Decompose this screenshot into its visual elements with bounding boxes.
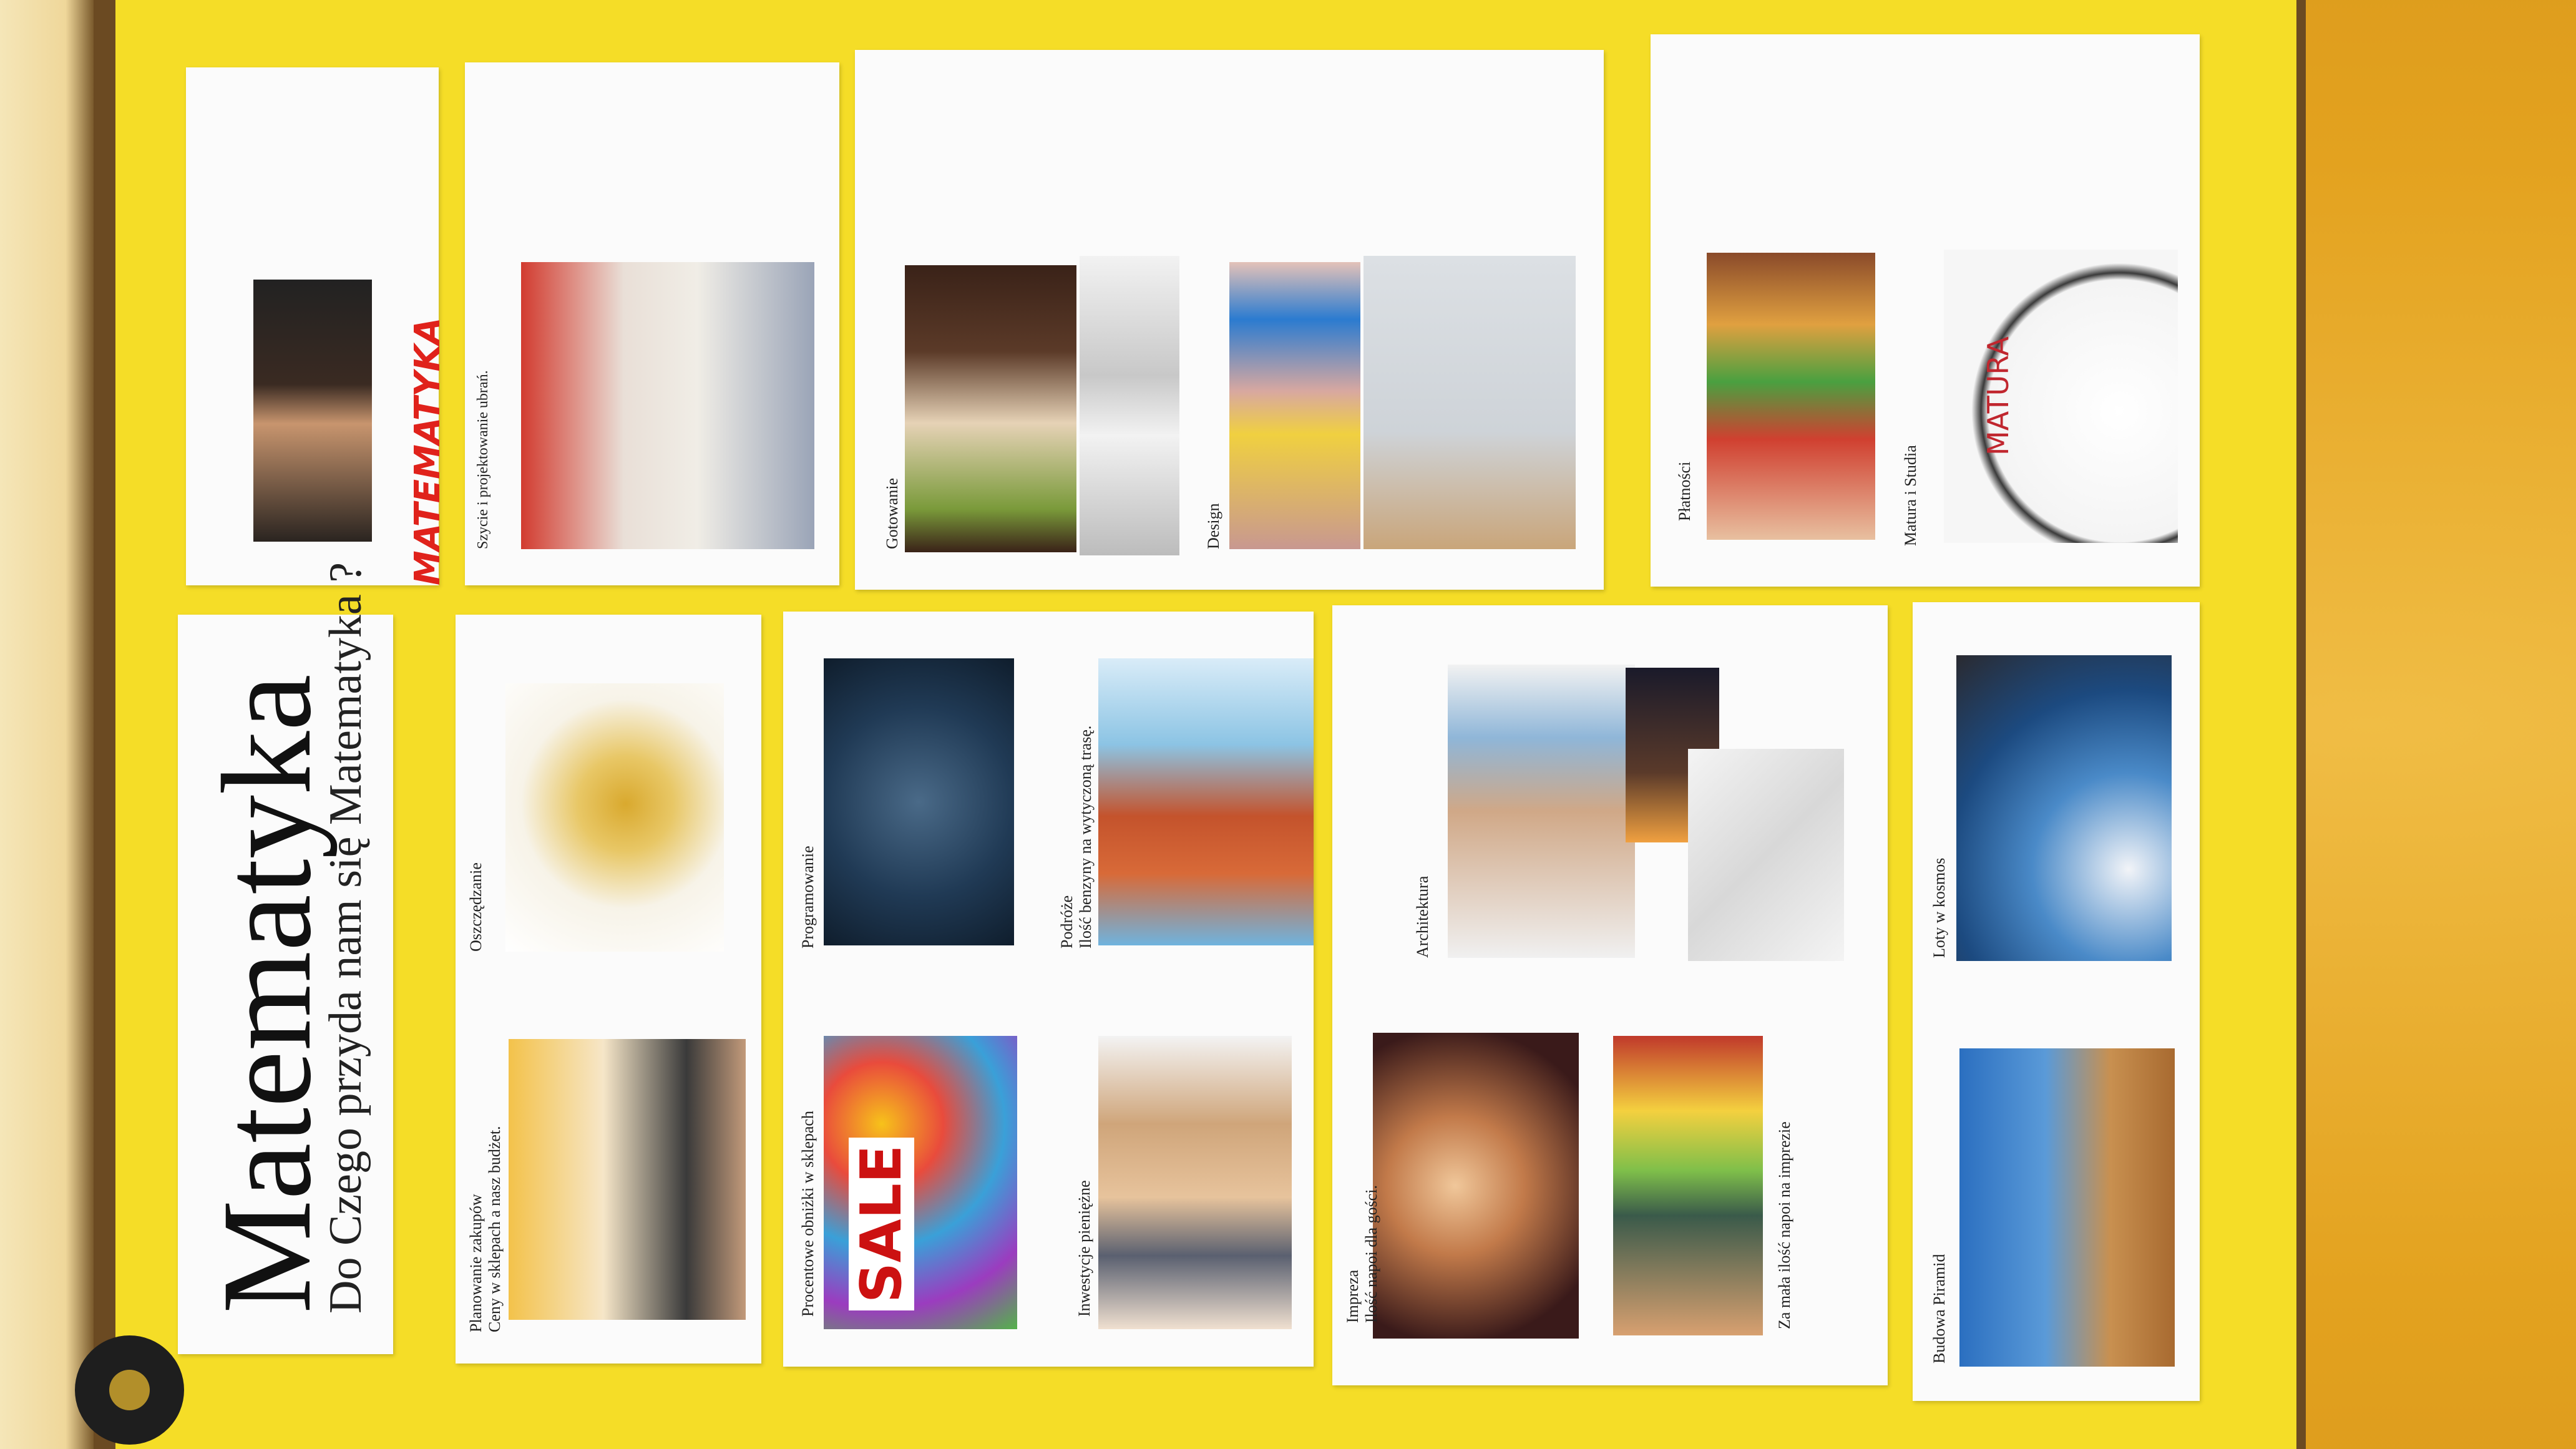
card-matura-label: Matura i Studia: [1901, 445, 1920, 546]
card-podroze-label: Podróże: [1058, 895, 1076, 949]
interior-design-photo: [1364, 256, 1576, 549]
left-wall: [0, 0, 94, 1449]
card-kosmos-label: Loty w kosmos: [1930, 857, 1948, 958]
logo-card: MATEMATYKA: [186, 67, 448, 585]
card-inwestycje-label: Inwestycje pieniężne: [1075, 1180, 1093, 1317]
card-szycie-label: Szycie i projektowanie ubrań.: [475, 370, 491, 549]
card-gotowanie-label: Gotowanie: [883, 477, 901, 549]
travel-photo: [1098, 658, 1314, 945]
sewing-photo: [521, 262, 814, 549]
card-platnosci-matura: Płatności MATURA Matura i Studia: [1651, 34, 2200, 587]
card-podroze-sublabel: Ilość benzyny na wytyczoną trasę.: [1076, 725, 1095, 949]
architect-photo: [1448, 665, 1635, 958]
card-oszczedzanie-label: Oszczędzanie: [467, 862, 485, 952]
card-finanse-technologia: SALE Procentowe obniżki w sklepach Progr…: [783, 612, 1314, 1367]
board-clip: [75, 1335, 184, 1445]
card-impreza-sublabel: Ilość napoi dla gości.: [1362, 1185, 1380, 1323]
shopping-photo: [509, 1039, 746, 1320]
pyramids-photo: [1959, 1048, 2175, 1367]
card-architektura-label: Architektura: [1413, 876, 1432, 958]
card-napoje-label: Za mała ilość napoi na imprezie: [1775, 1121, 1793, 1329]
teacher-photo: [253, 280, 372, 542]
card-gotowanie-design: Gotowanie Design: [855, 50, 1604, 590]
card-impreza-architektura: Impreza Ilość napoi dla gości. Za mała i…: [1332, 605, 1888, 1385]
space-earth-photo: [1956, 655, 2172, 961]
kitchen-tools-photo: [1080, 256, 1179, 555]
investment-photo: [1098, 1036, 1292, 1329]
drinks-photo: [1613, 1036, 1763, 1335]
card-piramidy-kosmos: Budowa Piramid Loty w kosmos: [1913, 602, 2200, 1401]
programmer-photo: [824, 658, 1014, 945]
card-design-label: Design: [1204, 503, 1222, 549]
card-impreza-label: Impreza: [1344, 1269, 1362, 1323]
card-piramidy-label: Budowa Piramid: [1930, 1254, 1948, 1364]
card-szycie: Szycie i projektowanie ubrań.: [465, 62, 839, 585]
title-card: Matematyka Do Czego przyda nam się Matem…: [178, 562, 393, 1354]
card-zakupy-oszczedzanie: Planowanie zakupów Ceny w sklepach a nas…: [456, 615, 761, 1364]
payments-photo: [1707, 253, 1875, 540]
page-title: Matematyka: [196, 674, 338, 1314]
card-zakupy-label: Planowanie zakupów: [467, 1194, 485, 1332]
card-zakupy-sublabel: Ceny w sklepach a nasz budżet.: [485, 1126, 504, 1332]
blueprint-photo: [1688, 749, 1844, 961]
sale-photo: SALE: [824, 1036, 1017, 1329]
matura-clock-photo: MATURA: [1944, 250, 2178, 543]
piggy-bank-photo: [505, 683, 724, 952]
logo-text: MATEMATYKA: [407, 317, 448, 585]
design-tools-photo: [1229, 262, 1360, 549]
page-subtitle: Do Czego przyda nam się Matematyka ?: [320, 562, 371, 1314]
sale-text: SALE: [849, 1137, 914, 1310]
party-photo: [1373, 1033, 1579, 1339]
cooking-photo: [905, 265, 1076, 552]
card-programowanie-label: Programowanie: [799, 846, 817, 949]
card-obnizki-label: Procentowe obniżki w sklepach: [799, 1111, 817, 1317]
clock-text: MATURA: [1981, 336, 2015, 456]
card-platnosci-label: Płatności: [1676, 461, 1694, 521]
